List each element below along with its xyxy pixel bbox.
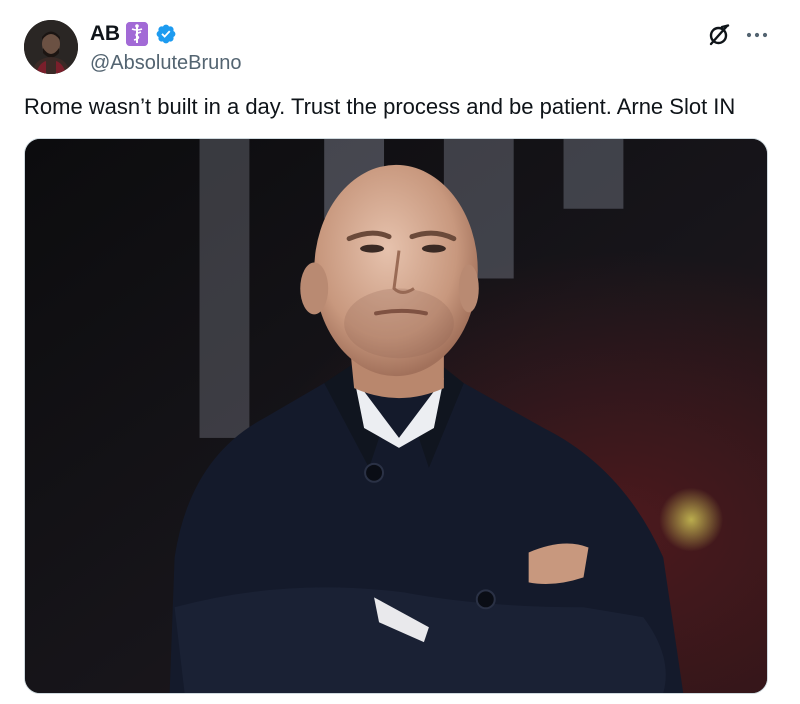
avatar-image <box>24 20 78 74</box>
grok-icon[interactable] <box>706 22 732 48</box>
display-name[interactable]: AB <box>90 22 120 46</box>
user-handle[interactable]: @AbsoluteBruno <box>90 52 242 75</box>
medical-symbol-emoji-icon <box>125 22 148 46</box>
tweet-text: Rome wasn’t built in a day. Trust the pr… <box>24 94 736 119</box>
avatar[interactable] <box>24 20 78 74</box>
more-options-icon[interactable] <box>744 22 770 48</box>
user-info: AB @AbsoluteBruno <box>90 20 242 75</box>
verified-badge-icon <box>156 24 176 44</box>
tweet-photo[interactable] <box>24 138 768 694</box>
name-row: AB <box>90 20 242 48</box>
tweet-card: AB @AbsoluteBruno Rome wasn’t built in a… <box>0 0 800 704</box>
photo-image <box>25 139 767 693</box>
